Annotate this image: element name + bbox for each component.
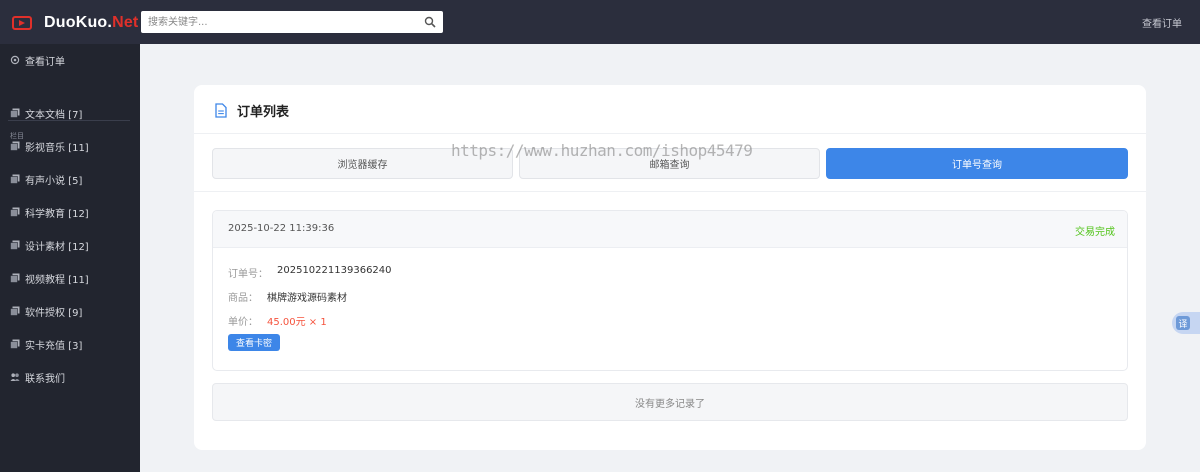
sidebar-item-text-docs[interactable]: 文本文档 [7] <box>0 102 140 124</box>
page-title: 订单列表 <box>237 105 290 120</box>
logo-play-icon <box>12 16 32 30</box>
top-bar: DuoKuo.Net 查看订单 <box>0 0 1200 44</box>
logo-text: DuoKuo.Net <box>44 14 139 31</box>
translate-float-button[interactable]: 译 <box>1172 312 1200 334</box>
sidebar-item-label: 实卡充值 [3] <box>25 340 83 352</box>
users-icon <box>10 373 20 381</box>
document-icon <box>215 103 227 118</box>
sidebar-item-video-tutorials[interactable]: 视频教程 [11] <box>0 267 140 289</box>
files-icon <box>10 108 20 118</box>
files-icon <box>10 306 20 316</box>
files-icon <box>10 339 20 349</box>
files-icon <box>10 273 20 283</box>
order-header: 2025-10-22 11:39:36 交易完成 <box>213 211 1127 248</box>
order-number-label: 订单号： <box>228 269 268 280</box>
sidebar-item-software-licenses[interactable]: 软件授权 [9] <box>0 300 140 322</box>
no-more-records: 没有更多记录了 <box>212 383 1128 421</box>
status-badge: 交易完成 <box>1075 227 1115 238</box>
view-card-key-button[interactable]: 查看卡密 <box>228 334 280 351</box>
sidebar-item-view-orders[interactable]: 查看订单 <box>0 49 140 71</box>
price-value: 45.00元 × 1 <box>267 317 327 328</box>
order-list-card: 订单列表 浏览器缓存 邮箱查询 订单号查询 2025-10-22 11:39:3… <box>194 85 1146 450</box>
view-orders-link[interactable]: 查看订单 <box>1142 15 1182 30</box>
sidebar-item-label: 联系我们 <box>25 373 65 385</box>
sidebar-item-label: 科学教育 [12] <box>25 208 89 220</box>
sidebar-item-label: 有声小说 [5] <box>25 175 83 187</box>
gear-icon <box>10 55 20 65</box>
logo[interactable]: DuoKuo.Net <box>12 12 138 34</box>
search-icon[interactable] <box>424 16 436 28</box>
sidebar-item-label: 设计素材 [12] <box>25 241 89 253</box>
sidebar-item-film-music[interactable]: 影视音乐 [11] <box>0 135 140 157</box>
files-icon <box>10 141 20 151</box>
tab-order-number-lookup[interactable]: 订单号查询 <box>826 148 1128 179</box>
price-label: 单价： <box>228 317 258 328</box>
sidebar-item-science-education[interactable]: 科学教育 [12] <box>0 201 140 223</box>
sidebar-item-recharge-cards[interactable]: 实卡充值 [3] <box>0 333 140 355</box>
order-number-row: 订单号： 202510221139366240 <box>228 265 392 280</box>
tab-email-lookup[interactable]: 邮箱查询 <box>519 148 820 179</box>
sidebar-item-label: 软件授权 [9] <box>25 307 83 319</box>
order-number-value: 202510221139366240 <box>277 265 392 276</box>
files-icon <box>10 240 20 250</box>
card-header: 订单列表 <box>194 85 1146 134</box>
product-row: 商品： 棋牌游戏源码素材 <box>228 289 347 304</box>
files-icon <box>10 174 20 184</box>
search-box <box>141 11 443 33</box>
sidebar-item-label: 影视音乐 [11] <box>25 142 89 154</box>
sidebar-item-label: 文本文档 [7] <box>25 109 83 121</box>
files-icon <box>10 207 20 217</box>
product-value: 棋牌游戏源码素材 <box>267 293 347 304</box>
order-item: 2025-10-22 11:39:36 交易完成 订单号： 2025102211… <box>212 210 1128 371</box>
sidebar-item-label: 视频教程 [11] <box>25 274 89 286</box>
divider <box>194 191 1146 192</box>
sidebar-item-design-assets[interactable]: 设计素材 [12] <box>0 234 140 256</box>
translate-icon: 译 <box>1176 316 1190 330</box>
sidebar: 查看订单 栏目 文本文档 [7] 影视音乐 [11] 有声小说 [5] 科学教育… <box>0 44 140 472</box>
price-row: 单价： 45.00元 × 1 <box>228 313 327 328</box>
search-input[interactable] <box>141 11 421 33</box>
order-time: 2025-10-22 11:39:36 <box>228 223 335 234</box>
tab-browser-cache[interactable]: 浏览器缓存 <box>212 148 513 179</box>
product-label: 商品： <box>228 293 258 304</box>
sidebar-item-contact[interactable]: 联系我们 <box>0 366 140 388</box>
sidebar-item-label: 查看订单 <box>25 56 65 68</box>
sidebar-item-audio-novels[interactable]: 有声小说 [5] <box>0 168 140 190</box>
